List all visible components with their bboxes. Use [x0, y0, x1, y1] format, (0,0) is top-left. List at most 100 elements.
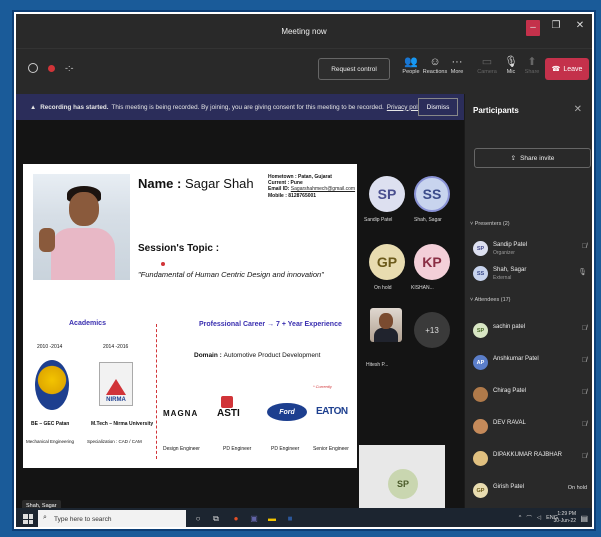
more-button[interactable]: ··· More	[444, 55, 470, 75]
word-icon[interactable]: ■	[284, 512, 296, 526]
year-be: 2010 -2014	[37, 344, 63, 350]
more-participants-tile[interactable]: +13	[414, 312, 450, 348]
minimize-button[interactable]: –	[526, 20, 540, 36]
tile-label: Sandip Patel	[364, 217, 393, 223]
volume-icon[interactable]: ◁	[537, 515, 541, 521]
degree-be: BE – GEC Patan	[31, 421, 70, 427]
participants-panel: Participants ✕ ⇪ Share invite ˅ Presente…	[464, 94, 592, 508]
search-icon: ⌕	[43, 514, 47, 521]
tile-kp[interactable]: KP	[414, 244, 450, 280]
people-icon: 👥	[404, 56, 418, 68]
avatar: AP	[473, 355, 488, 370]
role-asti: PD Engineer	[223, 446, 252, 452]
self-avatar: SP	[388, 469, 418, 499]
participant-name: Girish Patel	[493, 484, 525, 490]
tile-hitesh-video[interactable]	[370, 308, 402, 342]
share-button[interactable]: ⬆ Share	[519, 55, 545, 75]
participant-name: Anshkumar Patel	[493, 356, 539, 362]
chevron-up-icon[interactable]: ^	[519, 515, 522, 521]
participant-name: Chirag Patel	[493, 388, 527, 394]
close-window-button[interactable]: ✕	[572, 20, 588, 36]
teams-window: Meeting now – ❐ ✕ -:- Request control 👥 …	[12, 10, 596, 531]
banner-text: This meeting is being recorded. By joini…	[111, 103, 384, 111]
title-bar: Meeting now – ❐ ✕	[16, 14, 592, 48]
tile-label: Hitesh P...	[366, 362, 389, 368]
request-control-button[interactable]: Request control	[318, 58, 390, 80]
window-controls: – ❐ ✕	[526, 20, 588, 36]
mic-off-icon: 🎙̸	[581, 421, 587, 428]
shared-slide: Name : Sagar Shah Hometown : Patan, Guja…	[23, 164, 357, 468]
people-button[interactable]: 👥 People	[398, 55, 424, 75]
close-panel-icon[interactable]: ✕	[574, 104, 582, 115]
system-tray: ^ ⌒ ◁ ENG	[519, 514, 558, 522]
tile-label: KISHAN...	[411, 285, 434, 291]
mic-off-icon: 🎙̸	[581, 357, 587, 364]
slide-divider	[156, 324, 157, 459]
tile-label: Shah, Sagar	[414, 217, 442, 223]
speaker-photo	[33, 174, 130, 280]
participant-name: DIPAKKUMAR RAJBHAR	[493, 452, 562, 458]
notification-icon[interactable]: ▤	[580, 514, 588, 523]
participant-row[interactable]: GP Girish Patel On hold	[473, 481, 591, 503]
participant-name: DEV RAVAL	[493, 420, 526, 426]
recording-icon	[48, 64, 55, 72]
slide-topic-value: "Fundamental of Human Centric Design and…	[138, 270, 324, 279]
ford-logo: Ford	[267, 403, 307, 421]
participant-name: Shah, Sagar	[493, 267, 527, 273]
slide-contact-info: Hometown : Patan, Gujarat Current : Pune…	[268, 174, 356, 199]
laser-pointer	[161, 262, 165, 266]
mic-icon: 🎙	[578, 269, 587, 276]
year-mtech: 2014 -2016	[103, 344, 129, 350]
avatar: SP	[473, 241, 488, 256]
participant-row[interactable]: DIPAKKUMAR RAJBHAR 🎙̸	[473, 449, 591, 471]
share-invite-button[interactable]: ⇪ Share invite	[474, 148, 591, 168]
currently-note: * Currently	[313, 384, 332, 389]
network-icon[interactable]: ⌒	[526, 514, 532, 522]
on-hold-status: On hold	[567, 485, 587, 491]
tile-sandip-patel[interactable]: SP	[369, 176, 405, 212]
career-heading: Professional Career → 7 + Year Experienc…	[199, 321, 342, 328]
participant-row[interactable]: SS Shah, Sagar External 🎙	[473, 264, 591, 286]
eaton-logo: EATON	[316, 406, 348, 417]
mic-off-icon: 🎙̸	[581, 325, 587, 332]
participant-row[interactable]: DEV RAVAL 🎙̸	[473, 417, 591, 439]
attendees-header[interactable]: ˅ Attendees (17)	[470, 297, 511, 303]
role-magna: Design Engineer	[163, 446, 200, 452]
leave-button[interactable]: ☎ Leave	[545, 58, 589, 80]
banner-bold-text: Recording has started.	[40, 103, 109, 111]
shield-icon	[28, 63, 38, 73]
role-ford: PD Engineer	[271, 446, 300, 452]
role-eaton: Senior Engineer	[313, 446, 349, 452]
academics-heading: Academics	[69, 320, 106, 327]
dismiss-button[interactable]: Dismiss	[418, 98, 458, 116]
taskbar-search-input[interactable]: ⌕ Type here to search	[38, 510, 186, 527]
cortana-icon[interactable]: ○	[192, 512, 204, 526]
camera-button[interactable]: ▭ Camera	[474, 55, 500, 75]
avatar: GP	[473, 483, 488, 498]
participant-name: Sandip Patel	[493, 242, 528, 248]
meeting-stage: Name : Sagar Shah Hometown : Patan, Guja…	[16, 120, 464, 527]
presenters-header[interactable]: ˅ Presenters (2)	[470, 221, 510, 227]
asti-logo: ASTI	[217, 396, 240, 419]
avatar: SS	[473, 266, 488, 281]
more-icon: ···	[451, 56, 463, 68]
phone-icon: ☎	[551, 66, 561, 73]
recording-banner: ▲ Recording has started. This meeting is…	[16, 94, 464, 120]
file-explorer-icon[interactable]: ▬	[266, 512, 278, 526]
participant-row[interactable]: SP sachin patel 🎙̸	[473, 321, 591, 343]
mic-off-icon: 🎙̸	[581, 389, 587, 396]
restore-button[interactable]: ❐	[548, 20, 564, 36]
tile-gp[interactable]: GP	[369, 244, 405, 280]
nirma-logo: NIRMA	[99, 362, 133, 406]
task-view-icon[interactable]: ⧉	[210, 512, 222, 526]
participant-row[interactable]: Chirag Patel 🎙̸	[473, 385, 591, 407]
teams-icon[interactable]: ▣	[248, 512, 260, 526]
slide-name: Name : Sagar Shah	[138, 176, 254, 191]
meeting-timer: -:-	[65, 63, 74, 73]
chrome-icon[interactable]: ●	[230, 512, 242, 526]
tile-shah-sagar[interactable]: SS	[414, 176, 450, 212]
participant-row[interactable]: SP Sandip Patel Organizer 🎙̸	[473, 239, 591, 261]
windows-start-icon[interactable]	[23, 514, 33, 524]
taskbar-clock[interactable]: 1:29 PM 30-Jun-22	[553, 511, 576, 525]
participant-row[interactable]: AP Anshkumar Patel 🎙̸	[473, 353, 591, 375]
